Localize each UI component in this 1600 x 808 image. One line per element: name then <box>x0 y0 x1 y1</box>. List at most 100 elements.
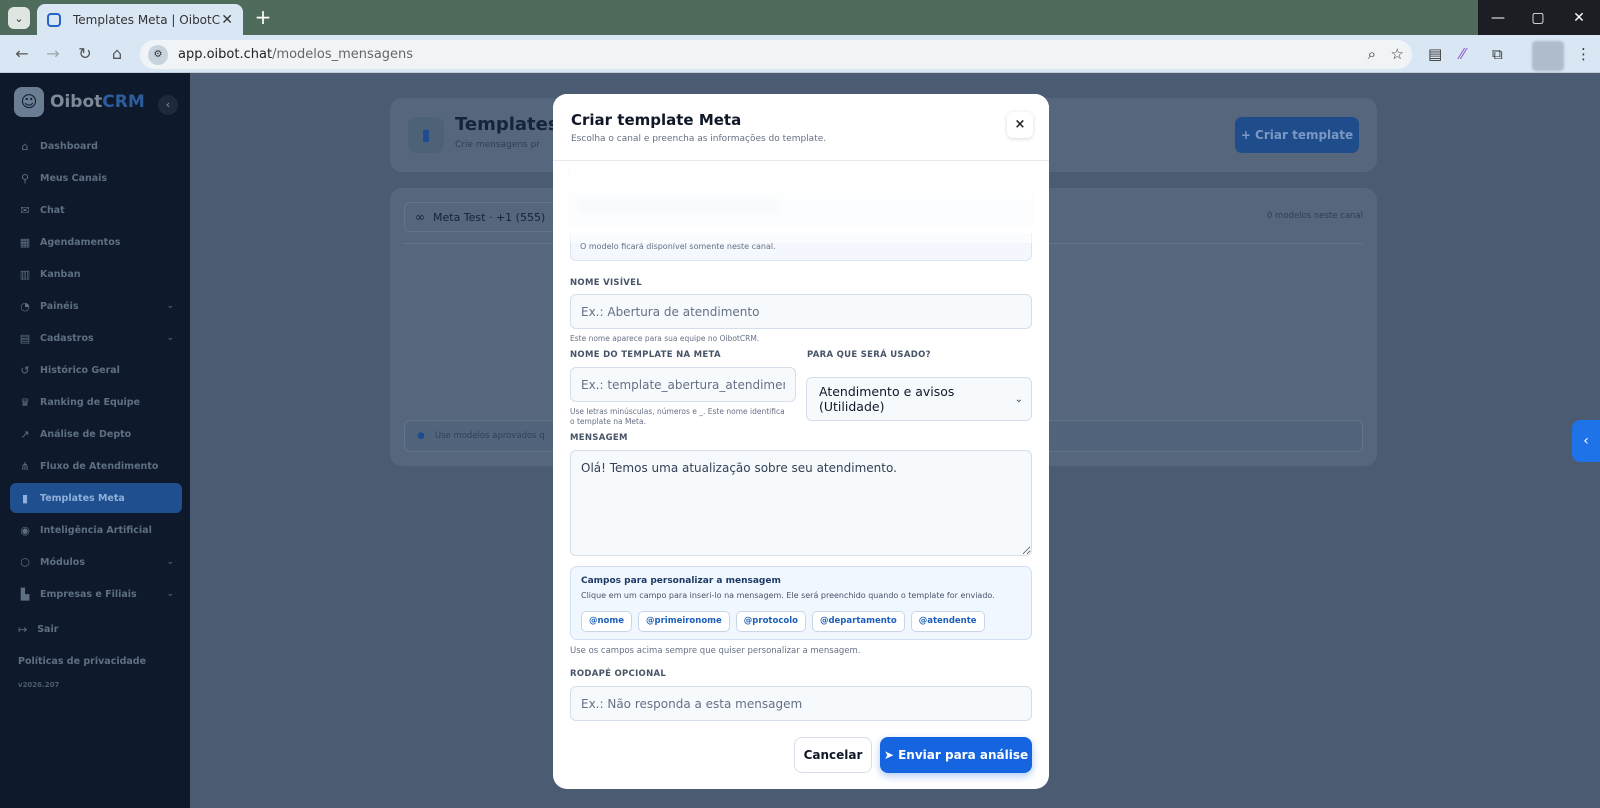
flow-icon: ⋔ <box>20 459 30 473</box>
browser-menu-icon[interactable]: ⋮ <box>1576 45 1591 63</box>
chart-pie-icon: ◔ <box>20 299 30 313</box>
cancel-button[interactable]: Cancelar <box>794 737 872 773</box>
sidebar-item-kanban[interactable]: ▥ Kanban <box>10 259 182 289</box>
brand-logo[interactable]: ☺ Oibot CRM <box>14 87 145 117</box>
field-chips: @nome @primeironome @protocolo @departament… <box>581 611 991 632</box>
calendar-icon: ▦ <box>19 235 31 249</box>
forward-icon[interactable]: → <box>43 44 63 64</box>
reload-icon[interactable]: ↻ <box>75 44 95 64</box>
tab-list-button[interactable]: ⌄ <box>8 7 30 29</box>
id-card-icon: ▤ <box>19 331 31 345</box>
close-modal-button[interactable]: × <box>1007 112 1033 138</box>
channels-icon: ⚲ <box>20 171 30 185</box>
models-count: 0 modelos neste canal <box>1266 211 1363 221</box>
chat-bubble-icon: ▮ <box>408 117 444 153</box>
field-chip[interactable]: @primeironome <box>638 611 730 632</box>
message-textarea[interactable] <box>570 450 1032 556</box>
sidebar-item-templates-meta[interactable]: ▮ Templates Meta <box>10 483 182 513</box>
usage-select[interactable]: Atendimento e avisos (Utilidade) ⌄ <box>806 377 1032 421</box>
fields-note: Use os campos acima sempre que quiser pe… <box>570 646 861 656</box>
template-icon: ▮ <box>21 491 29 505</box>
sidebar-item-label: Inteligência Artificial <box>40 524 152 536</box>
chevron-down-icon: ⌄ <box>166 589 174 599</box>
info-text: Use modelos aprovados q <box>434 431 545 441</box>
bookmark-star-icon[interactable]: ☆ <box>1391 45 1404 63</box>
visible-name-input[interactable] <box>570 294 1032 329</box>
info-icon: ● <box>417 431 425 441</box>
maximize-button[interactable]: ▢ <box>1518 0 1558 35</box>
brand-suffix: CRM <box>102 92 145 112</box>
field-chip[interactable]: @protocolo <box>735 611 806 632</box>
message-label: MENSAGEM <box>570 433 628 443</box>
sidebar-item-paineis[interactable]: ◔ Painéis ⌄ <box>10 291 182 321</box>
sidebar-item-label: Chat <box>40 204 65 216</box>
sidebar-item-label: Fluxo de Atendimento <box>40 460 159 472</box>
fields-title: Campos para personalizar a mensagem <box>581 576 781 586</box>
field-chip[interactable]: @nome <box>581 611 633 632</box>
sidebar-nav: ⌂ Dashboard ⚲ Meus Canais ✉ Chat ▦ Agendamentos… <box>10 131 182 611</box>
sidebar-item-inteligencia-artificial[interactable]: ◉ Inteligência Artificial <box>10 515 182 545</box>
send-icon: ➤ <box>883 748 899 762</box>
create-template-modal: Criar template Meta Escolha o canal e pr… <box>553 94 1049 789</box>
brain-icon: ◉ <box>20 523 30 537</box>
sidebar-item-label: Análise de Depto <box>40 428 132 440</box>
submit-for-review-button[interactable]: ➤ Enviar para análise <box>880 737 1032 773</box>
visible-name-help: Este nome aparece para sua equipe no Oib… <box>570 334 760 343</box>
meta-name-input[interactable] <box>570 367 796 402</box>
home-icon[interactable]: ⌂ <box>107 44 127 64</box>
browser-tab-bar: ⌄ Templates Meta | OibotCRM ✕ + — ▢ ✕ <box>0 0 1600 35</box>
extensions-puzzle-icon[interactable]: ⧉ <box>1492 45 1503 63</box>
sidebar-item-modulos[interactable]: ⬡ Módulos ⌄ <box>10 547 182 577</box>
side-drawer-toggle[interactable]: ‹ <box>1572 420 1600 462</box>
browser-tab[interactable]: Templates Meta | OibotCRM ✕ <box>37 4 243 35</box>
page-subtitle: Crie mensagens pr <box>455 140 541 150</box>
footer-input[interactable] <box>570 686 1032 721</box>
chevron-down-icon: ⌄ <box>1014 393 1023 405</box>
sidebar-item-dashboard[interactable]: ⌂ Dashboard <box>10 131 182 161</box>
scroll-fade-mask <box>570 161 1032 243</box>
site-info-icon[interactable]: ⚙ <box>148 44 168 65</box>
sidebar-item-agendamentos[interactable]: ▦ Agendamentos <box>10 227 182 257</box>
sidebar-item-ranking-de-equipe[interactable]: ♛ Ranking de Equipe <box>10 387 182 417</box>
field-chip[interactable]: @atendente <box>910 611 985 632</box>
building-icon: ▙ <box>20 587 30 601</box>
sidebar-item-empresas-e-filiais[interactable]: ▙ Empresas e Filiais ⌄ <box>10 579 182 609</box>
zoom-icon[interactable]: ⌕ <box>1368 45 1376 63</box>
sidebar-item-fluxo-de-atendimento[interactable]: ⋔ Fluxo de Atendimento <box>10 451 182 481</box>
field-chip[interactable]: @departamento <box>811 611 905 632</box>
channel-hint: O modelo ficará disponível somente neste… <box>580 242 776 251</box>
create-template-button[interactable]: + Criar template <box>1235 117 1359 153</box>
visible-name-label: NOME VISÍVEL <box>570 278 642 288</box>
channel-select-section: O modelo ficará disponível somente neste… <box>570 161 1032 266</box>
chevron-down-icon: ⌄ <box>166 301 174 311</box>
sidebar-item-label: Cadastros <box>40 332 94 344</box>
sidebar-item-label: Dashboard <box>40 140 98 152</box>
close-tab-icon[interactable]: ✕ <box>221 12 233 28</box>
sidebar-item-chat[interactable]: ✉ Chat <box>10 195 182 225</box>
sidebar-item-historico-geral[interactable]: ↺ Histórico Geral <box>10 355 182 385</box>
close-window-button[interactable]: ✕ <box>1558 0 1600 35</box>
profile-avatar[interactable] <box>1532 41 1564 71</box>
extension-icon-1[interactable]: ▤ <box>1428 45 1442 63</box>
sidebar-item-meus-canais[interactable]: ⚲ Meus Canais <box>10 163 182 193</box>
privacy-link[interactable]: Políticas de privacidade <box>18 656 146 667</box>
minimize-button[interactable]: — <box>1478 0 1518 35</box>
channel-tab[interactable]: ∞ Meta Test · +1 (555) <box>404 202 559 232</box>
new-tab-button[interactable]: + <box>252 6 274 28</box>
back-icon[interactable]: ← <box>12 44 32 64</box>
chevron-down-icon: ⌄ <box>166 333 174 343</box>
chat-icon: ✉ <box>20 203 30 217</box>
extension-icon-2[interactable]: ⁄⁄ <box>1460 45 1465 63</box>
logout-icon: ↦ <box>18 623 28 636</box>
collapse-sidebar-button[interactable]: ‹ <box>158 95 178 115</box>
logout-label: Sair <box>37 624 59 635</box>
url-host: app.oibot.chat <box>178 47 273 62</box>
tab-title: Templates Meta | OibotCRM <box>73 12 221 27</box>
modal-title: Criar template Meta <box>571 111 742 129</box>
sidebar-item-analise-de-depto[interactable]: ↗ Análise de Depto <box>10 419 182 449</box>
logout-link[interactable]: ↦ Sair <box>18 623 58 636</box>
address-bar[interactable]: ⚙ app.oibot.chat /modelos_mensagens ⌕ ☆ <box>140 40 1412 69</box>
sidebar-item-label: Módulos <box>40 556 85 568</box>
sidebar-item-cadastros[interactable]: ▤ Cadastros ⌄ <box>10 323 182 353</box>
usage-select-value: Atendimento e avisos (Utilidade) <box>819 384 955 414</box>
